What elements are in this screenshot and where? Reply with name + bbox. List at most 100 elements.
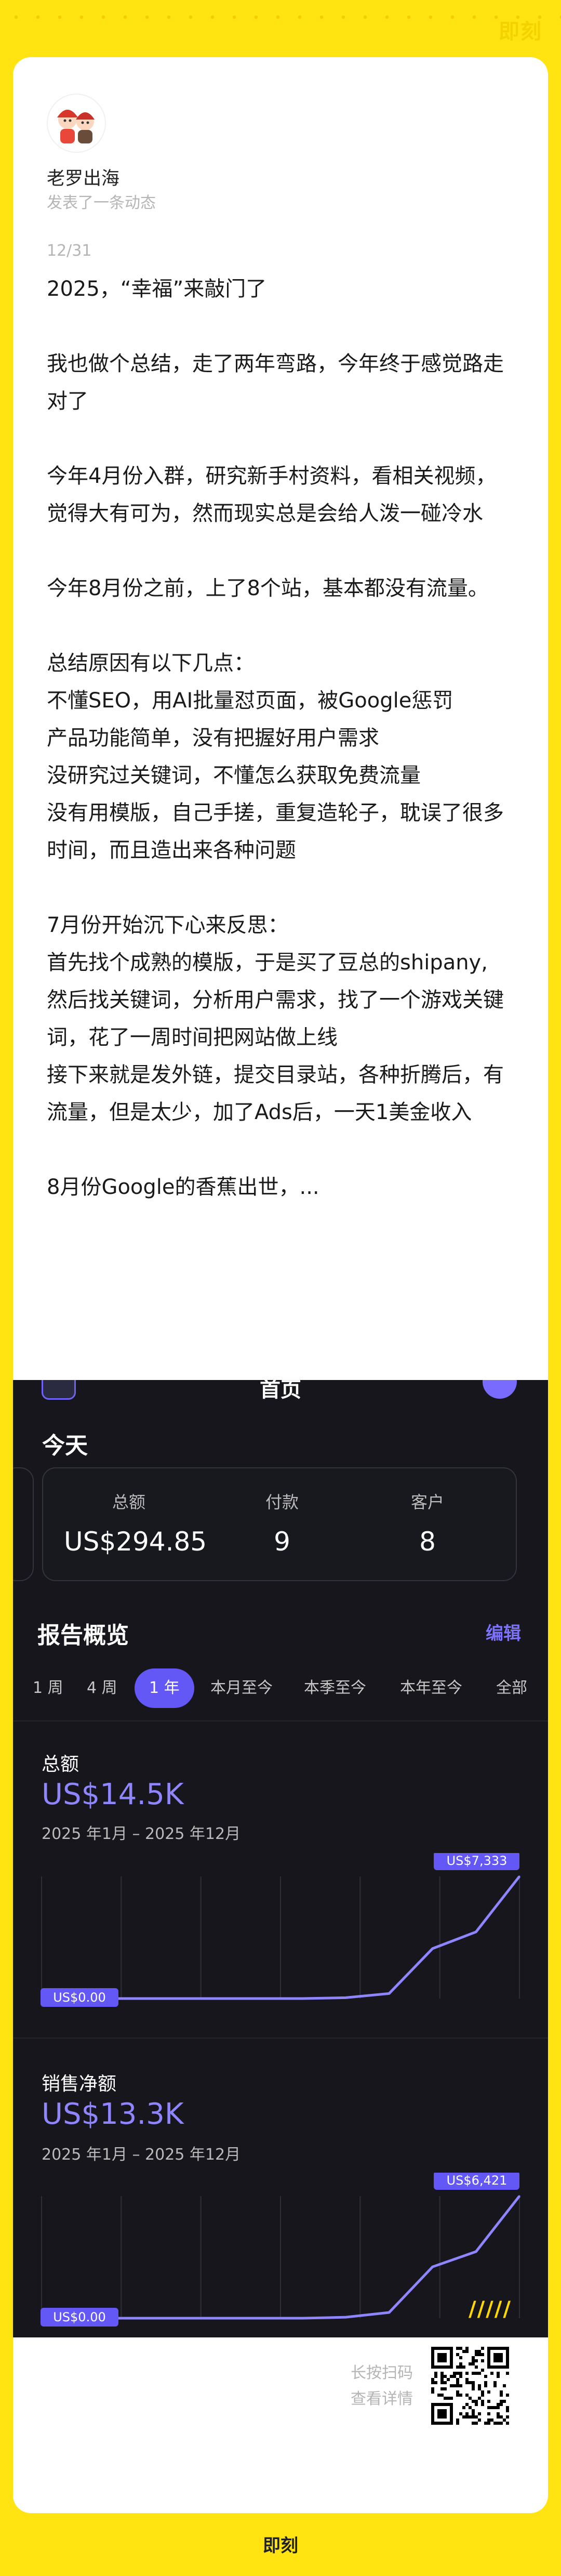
- qr-module: [506, 2422, 509, 2425]
- qr-module: [453, 2375, 456, 2378]
- chart-total-value: US$14.5K: [42, 1778, 184, 1811]
- qr-module: [500, 2394, 503, 2397]
- qr-module: [503, 2384, 506, 2387]
- qr-module: [506, 2415, 509, 2419]
- range-tab-4w[interactable]: 4 周: [87, 1668, 117, 1708]
- author-subtitle: 发表了一条动态: [47, 194, 156, 212]
- qr-code[interactable]: [431, 2347, 509, 2425]
- qr-module: [437, 2394, 440, 2397]
- qr-module: [475, 2403, 478, 2406]
- stat-card-edge: [13, 1467, 34, 1581]
- qr-module: [459, 2372, 462, 2375]
- qr-module: [459, 2356, 462, 2359]
- qr-module: [465, 2394, 469, 2397]
- qr-module: [484, 2422, 487, 2425]
- qr-module: [475, 2353, 478, 2356]
- qr-module: [440, 2378, 444, 2381]
- range-tab-ytd[interactable]: 本年至今: [400, 1668, 462, 1708]
- qr-module: [456, 2394, 459, 2397]
- qr-module: [459, 2394, 462, 2397]
- qr-module: [472, 2412, 475, 2415]
- brand-logo-bottom: 即刻: [263, 2535, 298, 2556]
- qr-module: [456, 2353, 459, 2356]
- data-point-10月: [432, 2266, 434, 2268]
- range-tab-mtd[interactable]: 本月至今: [210, 1668, 273, 1708]
- qr-module: [490, 2372, 493, 2375]
- qr-module: [469, 2406, 472, 2409]
- qr-module: [478, 2419, 481, 2422]
- qr-module: [478, 2384, 481, 2387]
- data-point-8月: [344, 1996, 346, 1999]
- data-point-10月: [432, 1948, 434, 1950]
- qr-module: [472, 2387, 475, 2390]
- qr-module: [500, 2422, 503, 2425]
- stat-customers: 客户 8: [381, 1489, 474, 1557]
- qr-module: [506, 2372, 509, 2375]
- qr-module: [506, 2394, 509, 2397]
- qr-module: [490, 2406, 493, 2409]
- qr-module: [478, 2387, 481, 2390]
- qr-module: [462, 2406, 465, 2409]
- qr-module: [431, 2378, 434, 2381]
- range-tab-all[interactable]: 全部: [496, 1668, 527, 1708]
- qr-module: [472, 2384, 475, 2387]
- qr-module: [456, 2372, 459, 2375]
- qr-module: [459, 2384, 462, 2387]
- data-point-9月: [388, 2311, 390, 2314]
- qr-module: [487, 2422, 490, 2425]
- post-body: 2025，“幸福”来敲门了 我也做个总结，走了两年弯路，今年终于感觉路走对了 今…: [47, 277, 504, 1199]
- dashboard-header-title: 首页: [260, 1380, 301, 1402]
- qr-module: [456, 2390, 459, 2394]
- qr-module: [469, 2397, 472, 2400]
- qr-finder-core: [437, 2353, 447, 2362]
- qr-module: [478, 2350, 481, 2353]
- qr-module: [440, 2372, 444, 2375]
- qr-module: [475, 2415, 478, 2419]
- avatar[interactable]: [47, 94, 106, 153]
- edit-link[interactable]: 编辑: [486, 1619, 521, 1645]
- qr-module: [500, 2400, 503, 2403]
- post-card: 老罗出海 发表了一条动态 12/31 2025，“幸福”来敲门了 我也做个总结，…: [13, 57, 548, 2513]
- qr-module: [444, 2397, 447, 2400]
- author-name[interactable]: 老罗出海: [47, 164, 119, 190]
- qr-module: [497, 2375, 500, 2378]
- range-tab-qtd[interactable]: 本季至今: [304, 1668, 366, 1708]
- stat-value: US$294.85: [64, 1527, 207, 1557]
- qr-module: [440, 2394, 444, 2397]
- today-stats-card: 总额 US$294.85 付款 9 客户 8: [42, 1467, 517, 1581]
- range-tab-1y[interactable]: 1 年: [135, 1668, 194, 1708]
- qr-module: [481, 2353, 484, 2356]
- qr-module: [475, 2359, 478, 2362]
- qr-module: [506, 2409, 509, 2412]
- qr-module: [478, 2372, 481, 2375]
- qr-module: [453, 2384, 456, 2387]
- data-point-11月: [475, 1931, 477, 1933]
- range-tab-1w[interactable]: 1 周: [33, 1668, 63, 1708]
- qr-module: [500, 2390, 503, 2394]
- qr-module: [465, 2403, 469, 2406]
- data-point-12月: [518, 1875, 520, 1877]
- qr-module: [459, 2412, 462, 2415]
- divider: [13, 1720, 548, 1721]
- qr-module: [478, 2397, 481, 2400]
- dashboard-screenshot[interactable]: 首页 今天 总额 US$294.85 付款 9 客户 8 报告概览 编辑 1 周…: [13, 1380, 548, 2337]
- qr-module: [475, 2350, 478, 2353]
- stat-payments: 付款 9: [235, 1489, 329, 1557]
- data-point-6月: [258, 1997, 260, 2000]
- qr-module: [487, 2419, 490, 2422]
- min-label: US$0.00: [41, 1988, 118, 2007]
- qr-module: [472, 2400, 475, 2403]
- qr-module: [472, 2362, 475, 2365]
- qr-module: [475, 2365, 478, 2369]
- qr-module: [459, 2375, 462, 2378]
- chart-net: US$0.00 US$6,421: [41, 2173, 520, 2327]
- qr-module: [490, 2419, 493, 2422]
- qr-module: [431, 2390, 434, 2394]
- chart-net-period: 2025 年1月 – 2025 年12月: [42, 2146, 241, 2164]
- data-point-5月: [215, 2317, 217, 2319]
- data-point-12月: [518, 2195, 520, 2197]
- qr-module: [493, 2384, 497, 2387]
- qr-module: [440, 2381, 444, 2384]
- qr-module: [440, 2375, 444, 2378]
- brand-logo-top: 即刻: [499, 20, 542, 44]
